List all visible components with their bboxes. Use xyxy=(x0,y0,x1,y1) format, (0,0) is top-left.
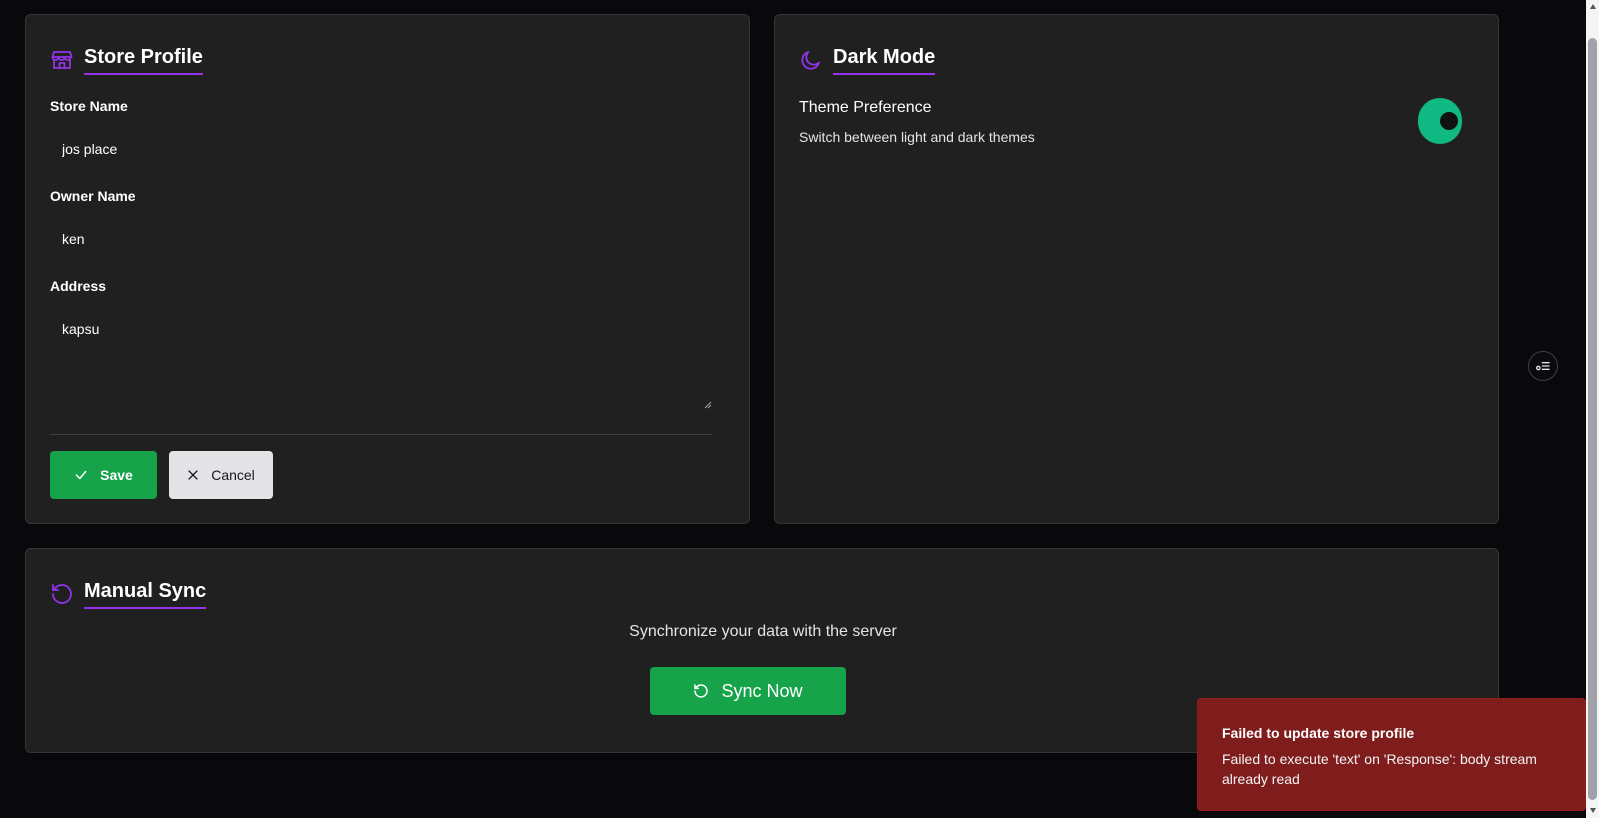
sync-description: Synchronize your data with the server xyxy=(629,623,897,640)
error-toast[interactable]: Failed to update store profile Failed to… xyxy=(1197,698,1586,811)
store-profile-card: Store Profile Store Name Owner Name Addr… xyxy=(25,14,750,524)
form-divider xyxy=(50,434,712,435)
store-name-label: Store Name xyxy=(50,98,128,114)
sync-now-label: Sync Now xyxy=(721,680,803,701)
theme-preference-title: Theme Preference xyxy=(799,99,932,116)
dark-mode-card: Dark Mode Theme Preference Switch betwee… xyxy=(774,14,1499,524)
close-icon xyxy=(188,470,198,480)
toast-title: Failed to update store profile xyxy=(1222,725,1415,741)
dark-mode-title: Dark Mode xyxy=(833,45,936,75)
dark-mode-toggle[interactable] xyxy=(1418,98,1462,144)
manual-sync-title: Manual Sync xyxy=(84,579,207,609)
save-button[interactable]: Save xyxy=(50,451,157,499)
dark-mode-header: Dark Mode xyxy=(799,45,936,75)
manual-sync-header: Manual Sync xyxy=(50,579,207,609)
resize-handle-icon[interactable] xyxy=(704,401,712,409)
refresh-icon xyxy=(50,582,74,606)
save-button-label: Save xyxy=(100,467,133,483)
owner-name-label: Owner Name xyxy=(50,188,136,204)
side-panel-handle[interactable] xyxy=(1528,351,1558,381)
store-icon xyxy=(50,48,74,72)
cancel-button-label: Cancel xyxy=(211,467,255,483)
sync-now-button[interactable]: Sync Now xyxy=(650,667,846,715)
store-profile-header: Store Profile xyxy=(50,45,203,75)
theme-preference-description: Switch between light and dark themes xyxy=(799,129,1035,145)
scroll-down-icon[interactable] xyxy=(1589,806,1597,814)
store-name-input[interactable] xyxy=(50,137,712,161)
settings-list-icon xyxy=(1536,362,1550,371)
refresh-icon xyxy=(694,684,709,698)
scroll-up-icon[interactable] xyxy=(1589,3,1597,11)
moon-icon xyxy=(799,48,823,72)
store-profile-title: Store Profile xyxy=(84,45,203,75)
check-icon xyxy=(75,470,87,480)
address-textarea[interactable]: kapsu xyxy=(50,315,712,407)
toast-message: Failed to execute 'text' on 'Response': … xyxy=(1222,751,1537,787)
owner-name-input[interactable] xyxy=(50,227,712,251)
scrollbar-thumb[interactable] xyxy=(1588,38,1597,800)
address-label: Address xyxy=(50,278,107,294)
toggle-knob xyxy=(1440,112,1458,130)
cancel-button[interactable]: Cancel xyxy=(169,451,273,499)
